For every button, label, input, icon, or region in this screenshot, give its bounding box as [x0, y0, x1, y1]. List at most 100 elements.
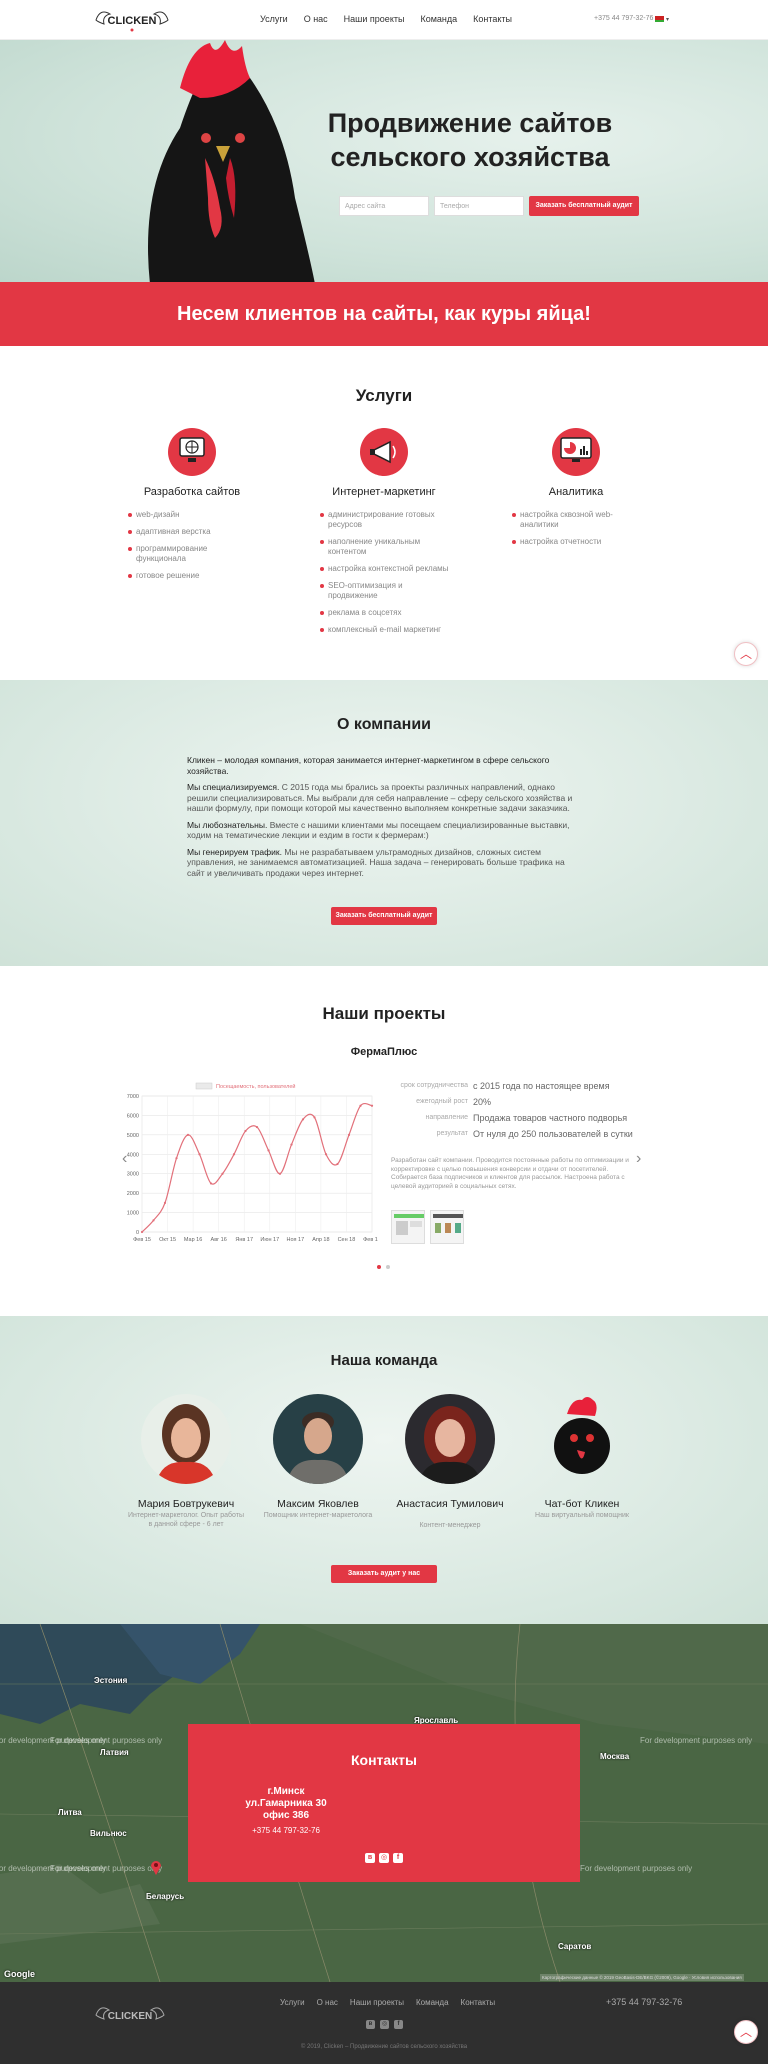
footer-nav-about[interactable]: О нас [317, 1998, 338, 2007]
list-item: web-дизайн [128, 510, 238, 520]
vk-icon[interactable]: в [365, 1853, 375, 1863]
chart-y-tick-label: 4000 [127, 1152, 139, 1158]
header-phone[interactable]: +375 44 797-32-76 [594, 15, 653, 22]
list-item: настройка отчетности [512, 537, 622, 547]
project-field-value: 20% [473, 1097, 492, 1107]
chart-data-point [324, 1153, 328, 1156]
list-item: готовое решение [128, 571, 238, 581]
site-url-input[interactable]: Адрес сайта [339, 196, 429, 216]
avatar [273, 1394, 363, 1484]
order-audit-button[interactable]: Заказать бесплатный аудит [529, 196, 639, 216]
project-field-label: направление [425, 1114, 468, 1121]
about-audit-button[interactable]: Заказать бесплатный аудит [331, 907, 437, 925]
about-bold: Мы генерируем трафик. [187, 846, 282, 857]
member-name: Чат-бот Кликен [544, 1498, 620, 1510]
chevron-left-icon[interactable]: ‹ [122, 1150, 127, 1168]
hero-title: Продвижение сайтов сельского хозяйства [320, 106, 620, 174]
project-field-label: ежегодный рост [416, 1098, 468, 1105]
member-name: Максим Яковлев [277, 1498, 359, 1510]
main-nav: Услуги О нас Наши проекты Команда Контак… [260, 14, 512, 24]
chevron-right-icon[interactable]: › [636, 1150, 641, 1168]
project-field-label: результат [436, 1130, 468, 1137]
footer-nav-contacts[interactable]: Контакты [461, 1998, 496, 2007]
footer-nav-team[interactable]: Команда [416, 1998, 449, 2007]
project-screenshot-thumb[interactable] [391, 1210, 425, 1244]
contacts-phone[interactable]: +375 44 797-32-76 [188, 1826, 384, 1835]
footer-nav-services[interactable]: Услуги [280, 1998, 305, 2007]
team-audit-button[interactable]: Заказать аудит у нас [331, 1565, 437, 1583]
logo[interactable]: CLICKEN [92, 6, 172, 34]
service-list-web: web-дизайн адаптивная верстка программир… [128, 510, 238, 588]
footer-phone[interactable]: +375 44 797-32-76 [606, 1997, 682, 2007]
map-dev-notice: For development purposes only [580, 1864, 693, 1873]
header: CLICKEN Услуги О нас Наши проекты Команд… [0, 0, 768, 40]
chart-data-point [370, 1104, 374, 1107]
vk-icon[interactable]: в [366, 2020, 375, 2029]
google-logo: Google [4, 1969, 35, 1979]
about-title: О компании [337, 716, 431, 733]
list-item: SEO-оптимизация и продвижение [320, 581, 450, 601]
about-bold: Мы любознательны. [187, 819, 268, 830]
nav-team[interactable]: Команда [420, 14, 457, 24]
phone-input[interactable]: Телефон [434, 196, 524, 216]
about-text: Кликен – молодая компания, которая заним… [187, 755, 577, 884]
chart-y-tick-label: 2000 [127, 1191, 139, 1197]
service-title-web: Разработка сайтов [143, 486, 241, 498]
map-label: Москва [600, 1752, 630, 1761]
nav-contacts[interactable]: Контакты [473, 14, 512, 24]
chart-data-point [198, 1153, 201, 1156]
chart-data-point [267, 1149, 270, 1152]
service-list-marketing: администрирование готовых ресурсов напол… [320, 510, 450, 642]
chart-data-point [244, 1129, 247, 1133]
language-flag-icon[interactable] [655, 16, 664, 22]
footer-nav-projects[interactable]: Наши проекты [350, 1998, 404, 2007]
chart-data-point [347, 1133, 351, 1136]
megaphone-icon [360, 428, 408, 476]
facebook-icon[interactable]: f [394, 2020, 403, 2029]
logo-icon: CLICKEN [95, 11, 169, 32]
scroll-up-button[interactable]: ︿ [734, 642, 758, 666]
facebook-icon[interactable]: f [393, 1853, 403, 1863]
member-role: Помощник интернет-маркетолога [263, 1512, 373, 1519]
list-item: администрирование готовых ресурсов [320, 510, 450, 530]
member-name: Анастасия Тумилович [396, 1498, 504, 1510]
chart-y-tick-label: 6000 [127, 1113, 139, 1119]
map-label: Латвия [100, 1748, 129, 1757]
slider-dot[interactable] [386, 1265, 390, 1269]
chart-x-tick-label: Мар 16 [184, 1237, 202, 1243]
chart-x-tick-label: Янв 17 [235, 1237, 253, 1243]
nav-about[interactable]: О нас [304, 14, 328, 24]
chevron-down-icon[interactable]: ▾ [666, 16, 669, 23]
copyright: © 2019, Clicken – Продвижение сайтов сел… [300, 2044, 468, 2050]
chart-data-point [301, 1118, 305, 1121]
nav-projects[interactable]: Наши проекты [344, 14, 405, 24]
rooster-icon [148, 40, 315, 282]
nav-services[interactable]: Услуги [260, 14, 288, 24]
about-paragraph: Кликен – молодая компания, которая заним… [187, 755, 550, 776]
footer-logo[interactable]: CLICKEN [92, 2002, 168, 2028]
map-dev-notice: For development purposes only [50, 1736, 163, 1745]
map-dev-notice: For development purposes only [640, 1736, 753, 1745]
svg-text:CLICKEN: CLICKEN [108, 2011, 152, 2022]
instagram-icon[interactable]: ◎ [379, 1853, 389, 1863]
map-label: Вильнюс [90, 1829, 127, 1838]
project-screenshot-thumb[interactable] [430, 1210, 464, 1244]
chart-x-tick-label: Фев 15 [133, 1237, 151, 1243]
chart-data-point [232, 1153, 236, 1156]
service-list-analytics: настройка сквозной web-аналитики настрой… [512, 510, 622, 554]
chart-legend-swatch [195, 1082, 213, 1090]
chart-legend-label: Посещаемость, пользователей [216, 1083, 295, 1090]
slider-dot-active[interactable] [377, 1265, 381, 1269]
map-label: Беларусь [146, 1892, 185, 1901]
member-role: Контент-менеджер [419, 1522, 481, 1529]
map-attribution[interactable]: Картографические данные © 2019 GeoBasis-… [540, 1974, 744, 1981]
map-label: Эстония [94, 1676, 128, 1685]
project-field-value: Продажа товаров частного подворья [473, 1113, 628, 1123]
traffic-chart: 0 1000 2000 3000 4000 5000 6000 7000 Фев 15 Окт 1… [127, 1082, 378, 1243]
map-pin-icon[interactable] [150, 1859, 162, 1875]
chatbot-avatar [537, 1394, 627, 1484]
instagram-icon[interactable]: ◎ [380, 2020, 389, 2029]
contacts-title: Контакты [350, 1752, 417, 1768]
scroll-up-button[interactable]: ︿ [734, 2020, 758, 2044]
page: CLICKEN Услуги О нас Наши проекты Команд… [0, 0, 768, 2064]
